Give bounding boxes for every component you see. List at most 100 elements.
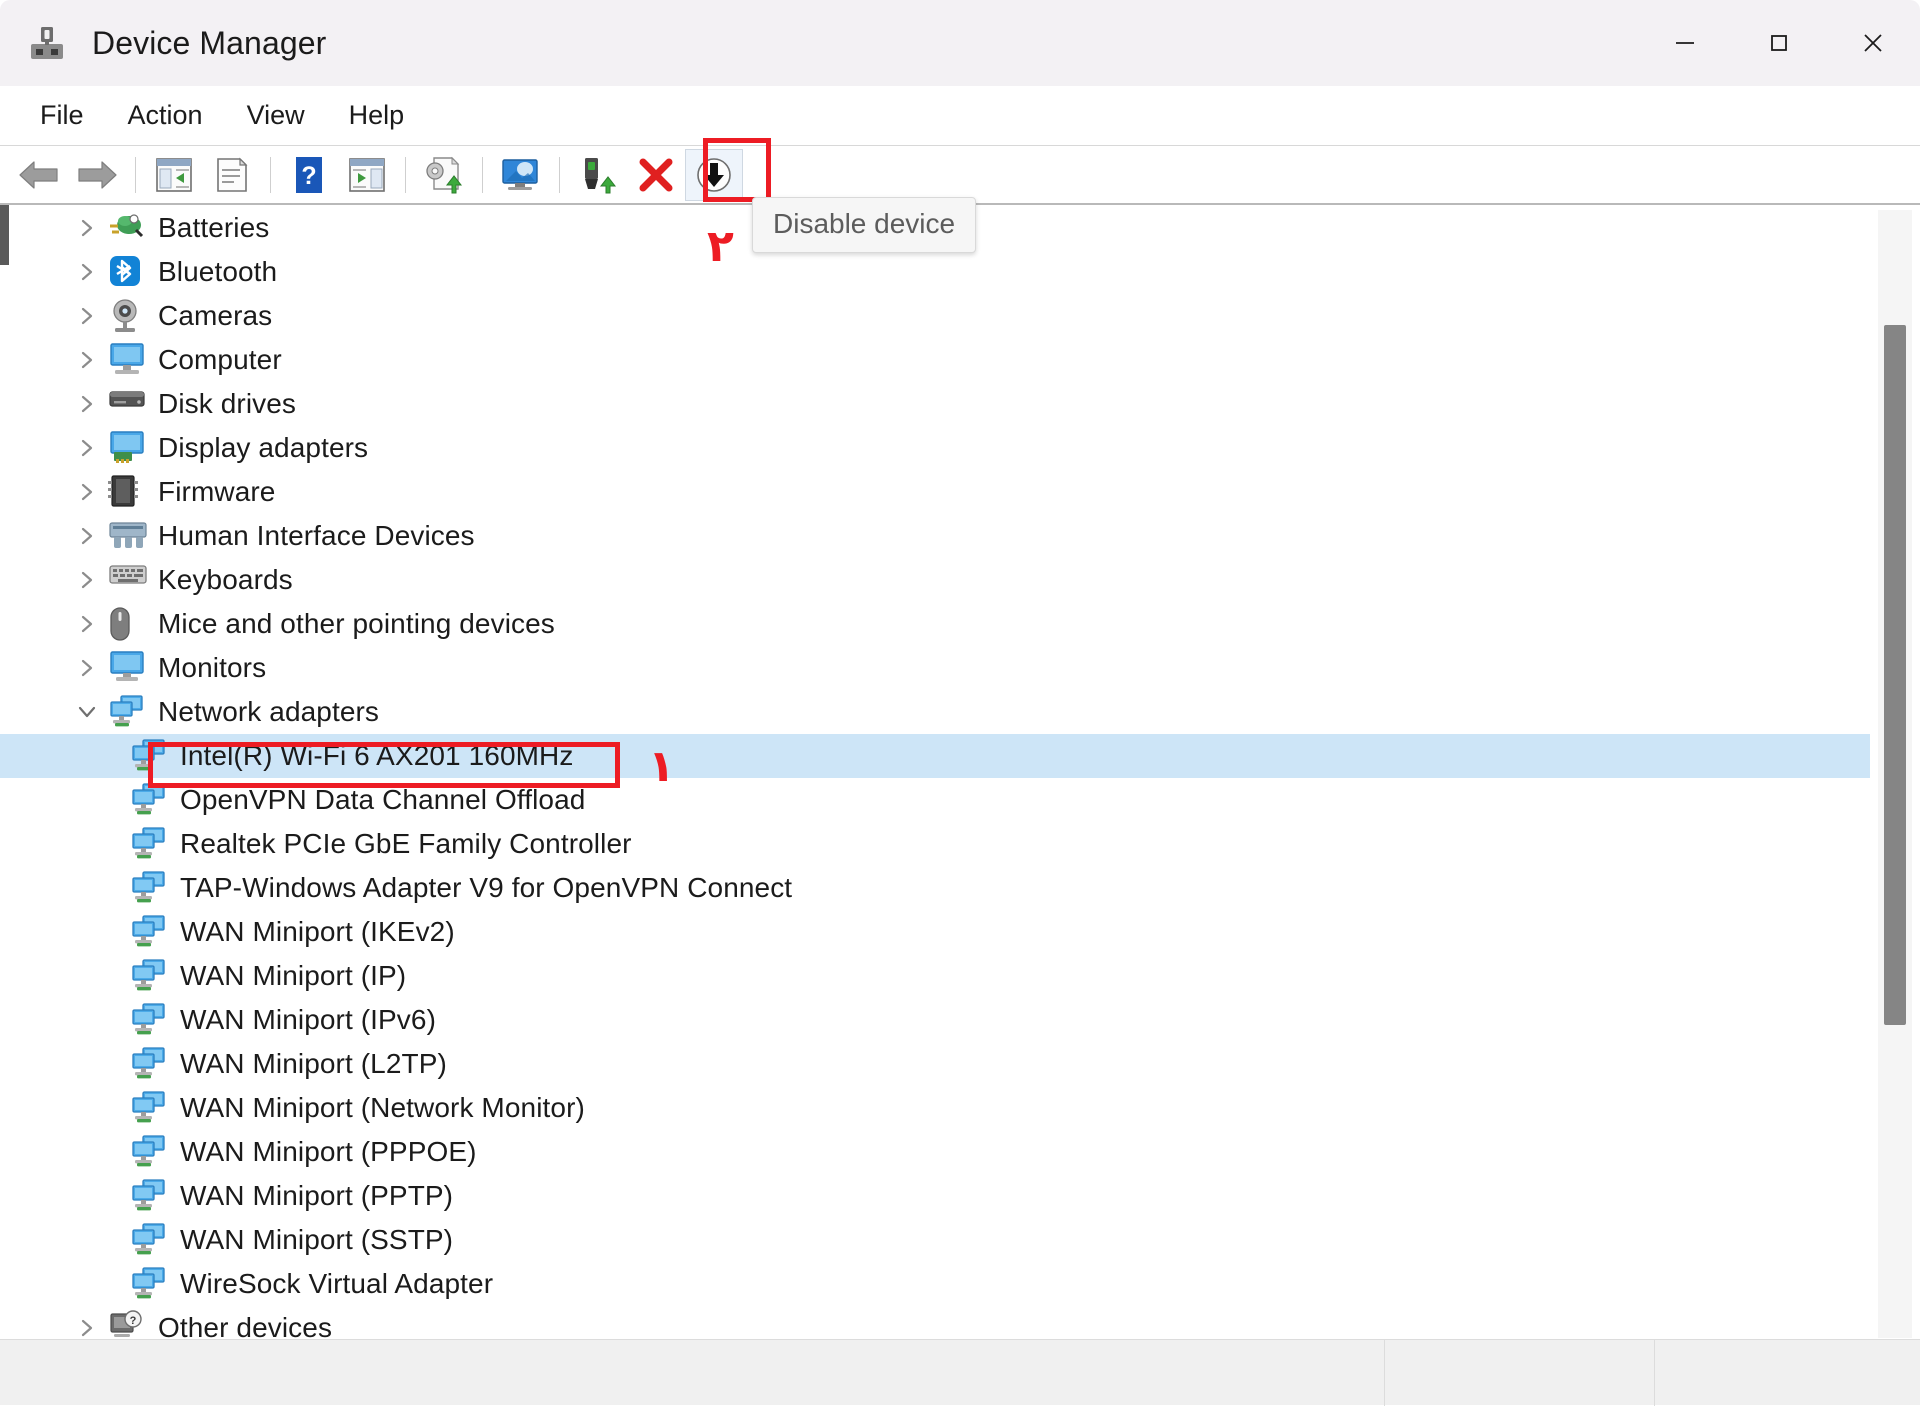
menu-item-help[interactable]: Help (331, 94, 423, 137)
mouse-icon (108, 606, 148, 642)
network-device-icon (130, 870, 170, 906)
tree-item-other-devices[interactable]: ? Other devices (0, 1306, 1870, 1339)
tree-item-wan-miniport-network-monitor[interactable]: WAN Miniport (Network Monitor) (0, 1086, 1870, 1130)
tree-item-label: Display adapters (158, 432, 369, 463)
network-device-icon (130, 958, 170, 994)
title-bar: Device Manager (0, 0, 1920, 86)
tree-item-label: TAP-Windows Adapter V9 for OpenVPN Conne… (180, 872, 793, 903)
unknown-device-icon: ? (108, 1310, 148, 1339)
menu-item-file[interactable]: File (22, 94, 102, 137)
tree-item-label: WAN Miniport (IP) (180, 960, 407, 991)
tree-item-label: Network adapters (158, 696, 380, 727)
disable-device-button[interactable] (685, 149, 743, 201)
chevron-down-icon[interactable] (66, 701, 108, 723)
tree-item-label: WAN Miniport (PPTP) (180, 1180, 454, 1211)
show-hide-action-pane-button[interactable] (338, 149, 396, 201)
tree-item-computer[interactable]: Computer (0, 338, 1870, 382)
display-adapter-icon (108, 430, 148, 466)
network-device-icon (130, 1046, 170, 1082)
forward-button[interactable] (68, 149, 126, 201)
tree-item-network-adapters[interactable]: Network adapters (0, 690, 1870, 734)
bluetooth-icon (108, 254, 148, 290)
status-bar-pane-3 (1655, 1340, 1920, 1406)
chevron-right-icon[interactable] (66, 657, 108, 679)
disk-drive-icon (108, 386, 148, 422)
tree-item-human-interface-devices[interactable]: Human Interface Devices (0, 514, 1870, 558)
tree-item-openvpn-data-channel-offload[interactable]: OpenVPN Data Channel Offload (0, 778, 1870, 822)
tree-item-label: WAN Miniport (IPv6) (180, 1004, 437, 1035)
window-title: Device Manager (92, 24, 327, 61)
tree-item-label: Disk drives (158, 388, 297, 419)
vertical-scrollbar-thumb[interactable] (1884, 325, 1906, 1025)
chevron-right-icon[interactable] (66, 481, 108, 503)
tree-item-label: Keyboards (158, 564, 293, 595)
tree-item-label: Mice and other pointing devices (158, 608, 555, 639)
tree-item-wan-miniport-pptp[interactable]: WAN Miniport (PPTP) (0, 1174, 1870, 1218)
battery-icon (108, 210, 148, 246)
chevron-right-icon[interactable] (66, 613, 108, 635)
toolbar-separator (405, 157, 406, 193)
network-device-icon (130, 914, 170, 950)
menu-item-view[interactable]: View (229, 94, 323, 137)
chevron-right-icon[interactable] (66, 393, 108, 415)
tree-item-wan-miniport-sstp[interactable]: WAN Miniport (SSTP) (0, 1218, 1870, 1262)
tree-item-realtek-pcie-gbe-family-controller[interactable]: Realtek PCIe GbE Family Controller (0, 822, 1870, 866)
tree-item-wan-miniport-pppoe[interactable]: WAN Miniport (PPPOE) (0, 1130, 1870, 1174)
tree-item-wan-miniport-ipv6[interactable]: WAN Miniport (IPv6) (0, 998, 1870, 1042)
tree-item-label: WAN Miniport (IKEv2) (180, 916, 455, 947)
chevron-right-icon[interactable] (66, 217, 108, 239)
status-bar-main-pane (0, 1339, 1385, 1406)
show-hide-console-tree-button[interactable] (145, 149, 203, 201)
firmware-icon (108, 474, 148, 510)
vertical-scrollbar[interactable] (1878, 210, 1912, 1338)
close-button[interactable] (1826, 0, 1920, 86)
tree-item-bluetooth[interactable]: Bluetooth (0, 250, 1870, 294)
back-button[interactable] (10, 149, 68, 201)
svg-text:?: ? (130, 1315, 137, 1327)
menu-item-action[interactable]: Action (110, 94, 221, 137)
chevron-right-icon[interactable] (66, 437, 108, 459)
update-driver-button[interactable] (415, 149, 473, 201)
tree-item-monitors[interactable]: Monitors (0, 646, 1870, 690)
tree-item-wiresock-virtual-adapter[interactable]: WireSock Virtual Adapter (0, 1262, 1870, 1306)
menu-bar: File Action View Help (0, 86, 1920, 146)
tree-item-keyboards[interactable]: Keyboards (0, 558, 1870, 602)
tree-item-wan-miniport-l2tp[interactable]: WAN Miniport (L2TP) (0, 1042, 1870, 1086)
properties-button[interactable] (203, 149, 261, 201)
status-bar (0, 1339, 1920, 1406)
network-device-icon (130, 1178, 170, 1214)
tree-item-label: Realtek PCIe GbE Family Controller (180, 828, 632, 859)
chevron-right-icon[interactable] (66, 305, 108, 327)
tree-item-firmware[interactable]: Firmware (0, 470, 1870, 514)
tree-item-cameras[interactable]: Cameras (0, 294, 1870, 338)
tree-item-label: Computer (158, 344, 282, 375)
tree-item-label: WAN Miniport (PPPOE) (180, 1136, 477, 1167)
window-left-edge-accent (0, 205, 9, 265)
camera-icon (108, 298, 148, 334)
tree-item-tap-windows-adapter-v9-for-openvpn-connect[interactable]: TAP-Windows Adapter V9 for OpenVPN Conne… (0, 866, 1870, 910)
tree-item-wan-miniport-ikev2[interactable]: WAN Miniport (IKEv2) (0, 910, 1870, 954)
device-tree-rows: Batteries Bluetooth Cameras Computer Disk dr… (0, 206, 1870, 1339)
tree-item-disk-drives[interactable]: Disk drives (0, 382, 1870, 426)
help-button[interactable]: ? (280, 149, 338, 201)
tree-item-label: Batteries (158, 212, 270, 243)
tree-item-intel-r-wi-fi-6-ax201-160mhz[interactable]: Intel(R) Wi-Fi 6 AX201 160MHz (0, 734, 1870, 778)
device-tree[interactable]: Batteries Bluetooth Cameras Computer Disk dr… (0, 206, 1920, 1339)
chevron-right-icon[interactable] (66, 525, 108, 547)
uninstall-device-button[interactable] (627, 149, 685, 201)
status-bar-pane-2 (1385, 1339, 1655, 1406)
network-device-icon (130, 1134, 170, 1170)
toolbar-separator (135, 157, 136, 193)
chevron-right-icon[interactable] (66, 349, 108, 371)
chevron-right-icon[interactable] (66, 569, 108, 591)
tree-item-mice-and-other-pointing-devices[interactable]: Mice and other pointing devices (0, 602, 1870, 646)
add-legacy-hardware-button[interactable] (569, 149, 627, 201)
maximize-button[interactable] (1732, 0, 1826, 86)
minimize-button[interactable] (1638, 0, 1732, 86)
tree-item-label: Monitors (158, 652, 267, 683)
chevron-right-icon[interactable] (66, 1317, 108, 1339)
chevron-right-icon[interactable] (66, 261, 108, 283)
tree-item-display-adapters[interactable]: Display adapters (0, 426, 1870, 470)
scan-hardware-changes-button[interactable] (492, 149, 550, 201)
tree-item-wan-miniport-ip[interactable]: WAN Miniport (IP) (0, 954, 1870, 998)
